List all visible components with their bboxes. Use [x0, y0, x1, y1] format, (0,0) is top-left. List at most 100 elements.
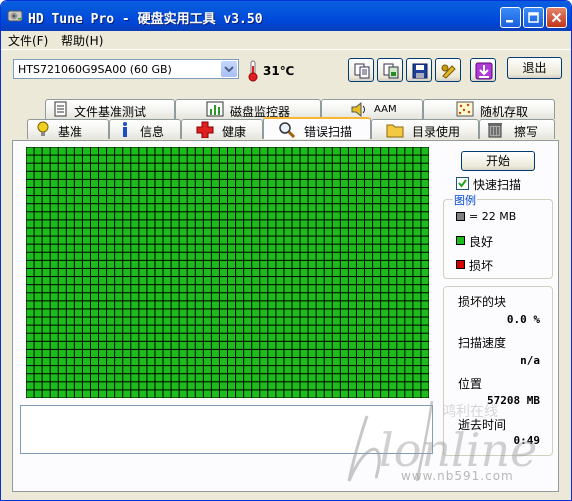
scan-block: [389, 358, 397, 366]
scan-block: [324, 390, 332, 398]
scan-block: [107, 317, 115, 325]
scan-block: [228, 252, 236, 260]
scan-block: [147, 171, 155, 179]
scan-block: [147, 228, 155, 236]
scan-block: [58, 187, 66, 196]
scan-block: [332, 260, 340, 268]
menu-file[interactable]: 文件(F): [8, 32, 48, 49]
scan-block: [413, 325, 421, 333]
scan-block: [42, 204, 50, 212]
tab-error-scan[interactable]: 错误扫描: [263, 117, 371, 139]
tab-erase[interactable]: 擦写: [479, 119, 555, 139]
drive-select[interactable]: HTS721060G9SA00 (60 GB): [13, 59, 239, 79]
scan-block: [107, 171, 115, 179]
scan-block: [82, 268, 90, 277]
scan-block: [139, 204, 147, 212]
scan-block: [34, 244, 42, 252]
scan-block: [50, 349, 58, 358]
scan-block: [260, 228, 268, 236]
scan-block: [356, 252, 365, 260]
scan-block: [171, 382, 179, 390]
scan-block: [90, 382, 99, 390]
scan-block: [292, 317, 300, 325]
scan-block: [155, 147, 163, 155]
scan-block: [332, 349, 340, 358]
title-bar[interactable]: HD Tune Pro - 硬盘实用工具 v3.50: [1, 1, 571, 31]
scan-block: [373, 236, 381, 244]
scan-block: [356, 309, 365, 317]
scan-block: [348, 244, 356, 252]
scan-block: [179, 341, 187, 349]
scan-block: [332, 301, 340, 309]
scan-block: [58, 204, 66, 212]
scan-block: [292, 204, 300, 212]
maximize-button[interactable]: [523, 7, 544, 28]
scan-block: [252, 382, 260, 390]
scan-block: [260, 349, 268, 358]
scan-block: [397, 366, 405, 374]
scan-block: [50, 187, 58, 196]
chevron-down-icon[interactable]: [221, 61, 237, 77]
scan-block: [115, 187, 123, 196]
scan-block: [187, 293, 195, 301]
scan-block: [90, 147, 99, 155]
start-button[interactable]: 开始: [461, 151, 535, 171]
scan-block: [211, 244, 219, 252]
close-button[interactable]: [546, 7, 567, 28]
scan-block: [171, 196, 179, 204]
scan-block: [34, 277, 42, 285]
scan-block: [195, 268, 203, 277]
copy-image-button[interactable]: [377, 58, 403, 82]
scan-block: [155, 260, 163, 268]
scan-block: [90, 204, 99, 212]
scan-block: [219, 147, 227, 155]
tab-aam[interactable]: AAM: [321, 99, 423, 119]
menu-help[interactable]: 帮助(H): [61, 32, 103, 49]
scan-block: [381, 244, 389, 252]
scan-block: [308, 212, 316, 220]
tab-file-benchmark[interactable]: 文件基准测试: [45, 99, 175, 119]
scan-block: [123, 293, 131, 301]
scan-block: [139, 268, 147, 277]
minimize-button[interactable]: [500, 7, 521, 28]
scan-block: [131, 301, 139, 309]
tab-health[interactable]: 健康: [181, 119, 263, 139]
tab-disk-monitor[interactable]: 磁盘监控器: [175, 99, 321, 119]
scan-block: [74, 268, 82, 277]
scan-block: [211, 163, 219, 171]
tab-benchmark[interactable]: 基准: [27, 119, 109, 139]
scan-block: [236, 317, 244, 325]
scan-block: [316, 260, 324, 268]
scan-block: [413, 260, 421, 268]
scan-block: [82, 277, 90, 285]
scan-block: [203, 196, 211, 204]
scan-block: [26, 147, 34, 155]
scan-block: [26, 244, 34, 252]
scan-block: [42, 268, 50, 277]
scan-block: [66, 374, 74, 382]
copy-text-button[interactable]: [348, 58, 374, 82]
scan-block: [413, 349, 421, 358]
exit-button[interactable]: 退出: [507, 57, 562, 79]
tab-random-access[interactable]: 随机存取: [423, 99, 555, 119]
tab-folder-usage[interactable]: 目录使用: [371, 119, 479, 139]
scan-block: [332, 220, 340, 228]
scan-block: [90, 252, 99, 260]
save-button[interactable]: [406, 58, 432, 82]
scan-block: [163, 268, 171, 277]
scan-block: [236, 252, 244, 260]
scan-block: [123, 212, 131, 220]
tab-info[interactable]: 信息: [109, 119, 181, 139]
scan-block: [50, 212, 58, 220]
quick-scan-checkbox[interactable]: [456, 177, 469, 190]
scan-block: [228, 260, 236, 268]
scan-block: [413, 358, 421, 366]
scan-block: [308, 155, 316, 163]
scan-block: [211, 358, 219, 366]
scan-block: [308, 236, 316, 244]
download-button[interactable]: [470, 58, 496, 82]
scan-block: [58, 171, 66, 179]
scan-block: [332, 163, 340, 171]
options-button[interactable]: [435, 58, 461, 82]
scan-block: [155, 301, 163, 309]
